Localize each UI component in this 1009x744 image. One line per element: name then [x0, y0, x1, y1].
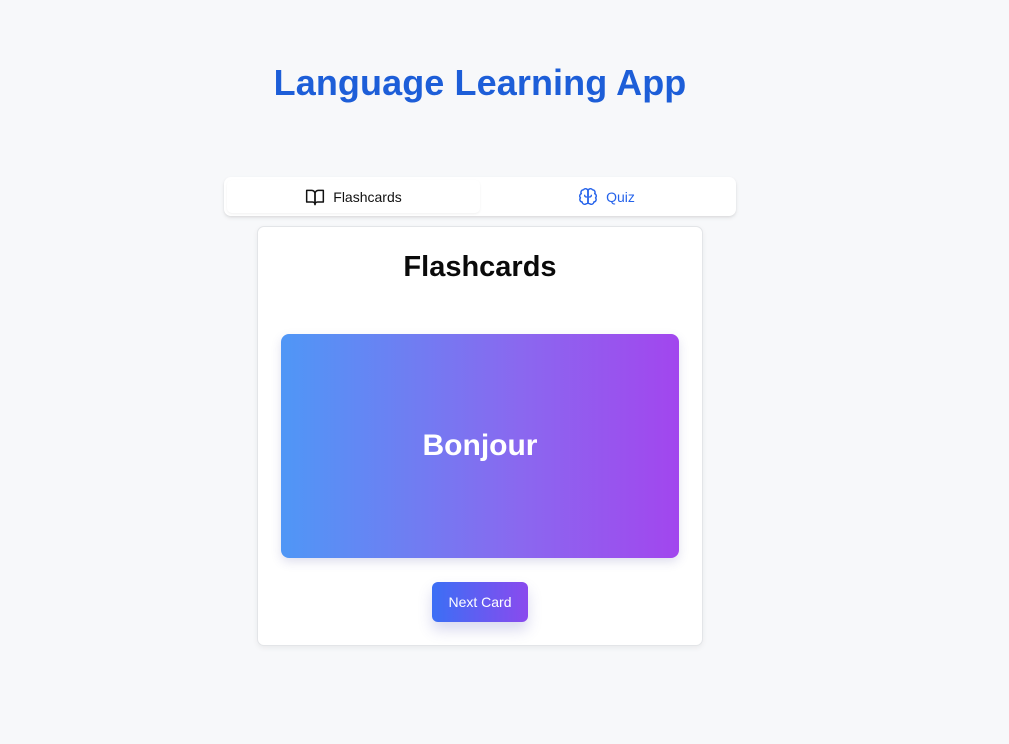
tab-bar: Flashcards Quiz	[224, 177, 736, 216]
book-open-icon	[305, 187, 325, 207]
flashcard-word: Bonjour	[422, 429, 538, 462]
tab-flashcards[interactable]: Flashcards	[227, 180, 480, 213]
tab-quiz-label: Quiz	[606, 188, 635, 205]
tab-flashcards-label: Flashcards	[333, 188, 402, 205]
next-card-button[interactable]: Next Card	[432, 582, 528, 622]
tab-quiz[interactable]: Quiz	[480, 180, 733, 213]
flashcards-panel: Flashcards Bonjour Next Card	[257, 226, 703, 646]
panel-title: Flashcards	[403, 251, 557, 283]
app-title: Language Learning App	[273, 62, 687, 103]
brain-icon	[578, 187, 598, 207]
app-root: Language Learning App Flashcards Quiz Fl…	[0, 0, 1009, 744]
flashcard[interactable]: Bonjour	[281, 334, 679, 558]
